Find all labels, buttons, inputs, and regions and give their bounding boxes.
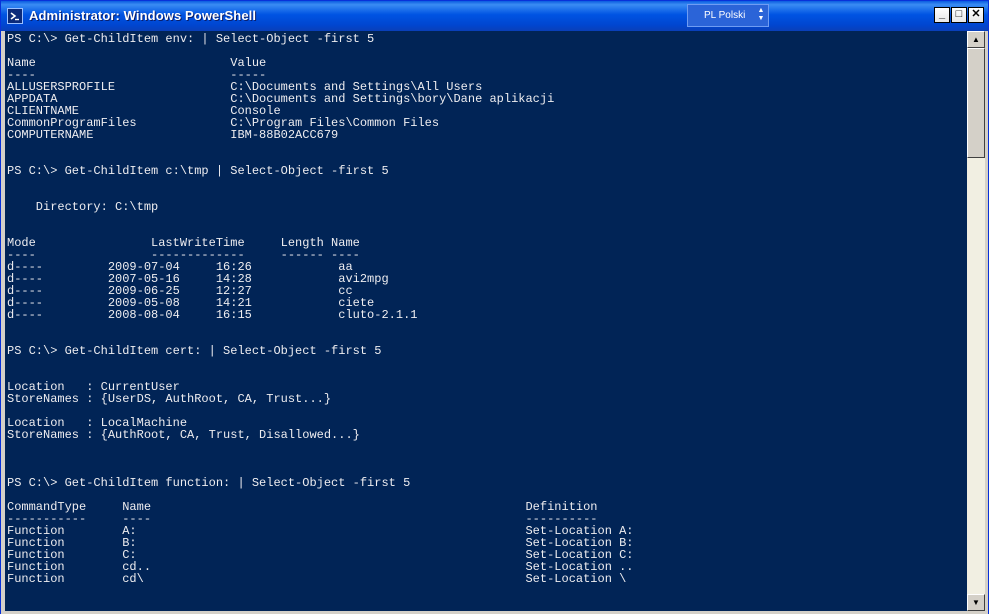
language-indicator[interactable]: PL Polski: [704, 10, 745, 21]
title-bar[interactable]: Administrator: Windows PowerShell PL Pol…: [1, 1, 988, 31]
close-button[interactable]: ✕: [968, 7, 984, 23]
scroll-down-button[interactable]: ▼: [967, 594, 985, 611]
console-line: Directory: C:\tmp: [7, 200, 159, 214]
scroll-thumb[interactable]: [967, 48, 985, 158]
minimize-icon: _: [938, 8, 946, 20]
vertical-scrollbar[interactable]: ▲ ▼: [967, 31, 985, 611]
language-options-icon[interactable]: ▲ ▼: [756, 7, 766, 24]
maximize-icon: □: [955, 8, 963, 20]
console-line: StoreNames : {UserDS, AuthRoot, CA, Trus…: [7, 392, 332, 406]
console-line: StoreNames : {AuthRoot, CA, Trust, Disal…: [7, 428, 360, 442]
minimize-button[interactable]: _: [934, 7, 950, 23]
close-icon: ✕: [971, 8, 981, 20]
console-line: COMPUTERNAME IBM-88B02ACC679: [7, 128, 339, 142]
console-line: PS C:\> Get-ChildItem function: | Select…: [7, 476, 411, 490]
language-bar[interactable]: PL Polski ▲ ▼: [687, 4, 769, 27]
console-line: Function cd\ Set-Location \: [7, 572, 627, 586]
console-line: PS C:\> Get-ChildItem c:\tmp | Select-Ob…: [7, 164, 389, 178]
maximize-button[interactable]: □: [951, 7, 967, 23]
powershell-icon[interactable]: [7, 8, 23, 24]
console-line: PS C:\> Get-ChildItem env: | Select-Obje…: [7, 32, 375, 46]
scroll-up-icon: ▲: [972, 35, 980, 44]
console-line: PS C:\> Get-ChildItem cert: | Select-Obj…: [7, 344, 382, 358]
scroll-up-button[interactable]: ▲: [967, 31, 985, 48]
scroll-down-icon: ▼: [972, 598, 980, 607]
console-output[interactable]: PS C:\> Get-ChildItem env: | Select-Obje…: [5, 31, 967, 611]
powershell-window: Administrator: Windows PowerShell PL Pol…: [0, 0, 989, 614]
window-title: Administrator: Windows PowerShell: [29, 8, 257, 23]
console-line: d---- 2008-08-04 16:15 cluto-2.1.1: [7, 308, 418, 322]
